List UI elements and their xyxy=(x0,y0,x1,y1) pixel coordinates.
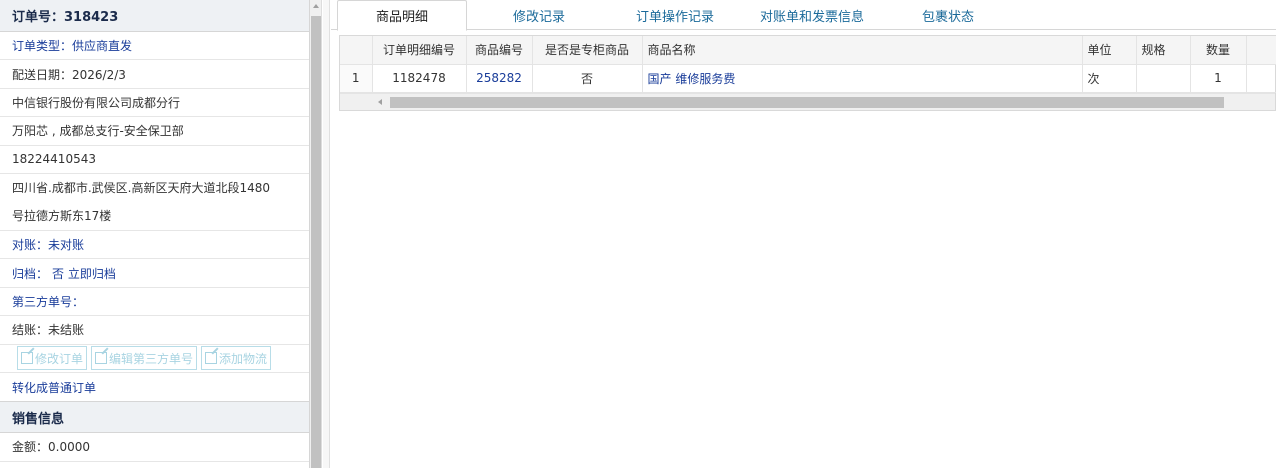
table-row[interactable]: 1 1182478 258282 否 国产 维修服务费 次 1 xyxy=(340,64,1276,93)
cell-counter: 否 xyxy=(532,64,643,93)
edit-third-party-button[interactable]: 编辑第三方单号 xyxy=(91,346,198,371)
edit-icon xyxy=(95,352,108,365)
edit-icon xyxy=(205,352,218,365)
cell-extra xyxy=(1246,64,1276,93)
product-table: 订单明细编号 商品编号 是否是专柜商品 商品名称 单位 规格 数量 1 1182… xyxy=(340,36,1276,93)
detail-tabs: 商品明细 修改记录 订单操作记录 对账单和发票信息 包裹状态 xyxy=(331,0,1276,31)
detail-area: 商品明细 修改记录 订单操作记录 对账单和发票信息 包裹状态 订单明细编号 商品… xyxy=(331,0,1276,468)
left-panel-scrollbar[interactable] xyxy=(310,0,322,468)
horizontal-scrollbar-thumb[interactable] xyxy=(390,96,1224,108)
archive-label: 归档： xyxy=(12,266,49,281)
scroll-left-icon[interactable] xyxy=(378,98,382,105)
edit-order-label: 修改订单 xyxy=(35,351,84,366)
delivery-date: 配送日期：2026/2/3 xyxy=(0,60,309,89)
table-header-row: 订单明细编号 商品编号 是否是专柜商品 商品名称 单位 规格 数量 xyxy=(340,36,1276,65)
panel-splitter[interactable] xyxy=(323,0,330,468)
tab-package-status[interactable]: 包裹状态 xyxy=(891,0,1005,30)
archive-row: 归档： 否 立即归档 xyxy=(0,259,309,288)
reconcile-status: 对账：未对账 xyxy=(0,231,309,260)
add-logistics-button[interactable]: 添加物流 xyxy=(201,346,272,371)
tab-modify-records[interactable]: 修改记录 xyxy=(481,0,597,30)
cell-quantity: 1 xyxy=(1190,64,1247,93)
address-line-2: 号拉德方斯东17楼 xyxy=(12,208,112,223)
cell-detail-id: 1182478 xyxy=(372,64,467,93)
company-name: 中信银行股份有限公司成都分行 xyxy=(0,89,309,118)
cell-unit: 次 xyxy=(1082,64,1137,93)
column-header-product-name[interactable]: 商品名称 xyxy=(642,36,1083,65)
column-header-extra xyxy=(1246,36,1276,65)
contact-person: 万阳芯 , 成都总支行-安全保卫部 xyxy=(0,117,309,146)
cell-product-id-link[interactable]: 258282 xyxy=(466,64,533,93)
column-header-quantity[interactable]: 数量 xyxy=(1190,36,1247,65)
column-header-rownum xyxy=(340,36,373,65)
column-header-unit[interactable]: 单位 xyxy=(1082,36,1137,65)
order-type: 订单类型：供应商直发 xyxy=(0,32,309,61)
row-number: 1 xyxy=(340,64,373,93)
order-action-buttons: 修改订单 编辑第三方单号 添加物流 xyxy=(0,345,309,373)
cell-product-name-link[interactable]: 国产 维修服务费 xyxy=(642,64,1083,93)
tab-statement-invoice[interactable]: 对账单和发票信息 xyxy=(749,0,875,30)
order-number-header: 订单号：318423 xyxy=(0,0,309,32)
convert-to-normal-order-link[interactable]: 转化成普通订单 xyxy=(0,373,309,401)
sales-amount: 金额：0.0000 xyxy=(0,433,309,462)
order-info-panel: 订单号：318423 订单类型：供应商直发 配送日期：2026/2/3 中信银行… xyxy=(0,0,310,468)
phone-number: 18224410543 xyxy=(0,146,309,174)
edit-third-party-label: 编辑第三方单号 xyxy=(109,351,194,366)
settle-status: 结账：未结账 xyxy=(0,316,309,345)
product-detail-grid: 订单明细编号 商品编号 是否是专柜商品 商品名称 单位 规格 数量 1 1182… xyxy=(339,35,1276,111)
archive-now-link[interactable]: 否 立即归档 xyxy=(52,265,116,282)
column-header-spec[interactable]: 规格 xyxy=(1136,36,1191,65)
sales-info-header: 销售信息 xyxy=(0,401,309,434)
add-logistics-label: 添加物流 xyxy=(219,351,268,366)
third-party-number: 第三方单号： xyxy=(0,288,309,317)
tab-order-operation-records[interactable]: 订单操作记录 xyxy=(613,0,737,30)
edit-order-button[interactable]: 修改订单 xyxy=(17,346,88,371)
column-header-detail-id[interactable]: 订单明细编号 xyxy=(372,36,467,65)
delivery-address: 四川省.成都市.武侯区.高新区天府大道北段1480 号拉德方斯东17楼 xyxy=(0,174,309,231)
grid-horizontal-scrollbar[interactable] xyxy=(340,92,1275,110)
address-line-1: 四川省.成都市.武侯区.高新区天府大道北段1480 xyxy=(12,180,270,195)
column-header-product-id[interactable]: 商品编号 xyxy=(466,36,533,65)
scroll-up-icon[interactable] xyxy=(313,4,319,8)
scrollbar-thumb[interactable] xyxy=(311,16,321,468)
tab-product-detail[interactable]: 商品明细 xyxy=(337,0,467,31)
edit-icon xyxy=(21,352,33,365)
column-header-counter[interactable]: 是否是专柜商品 xyxy=(532,36,643,65)
cell-spec xyxy=(1136,64,1191,93)
